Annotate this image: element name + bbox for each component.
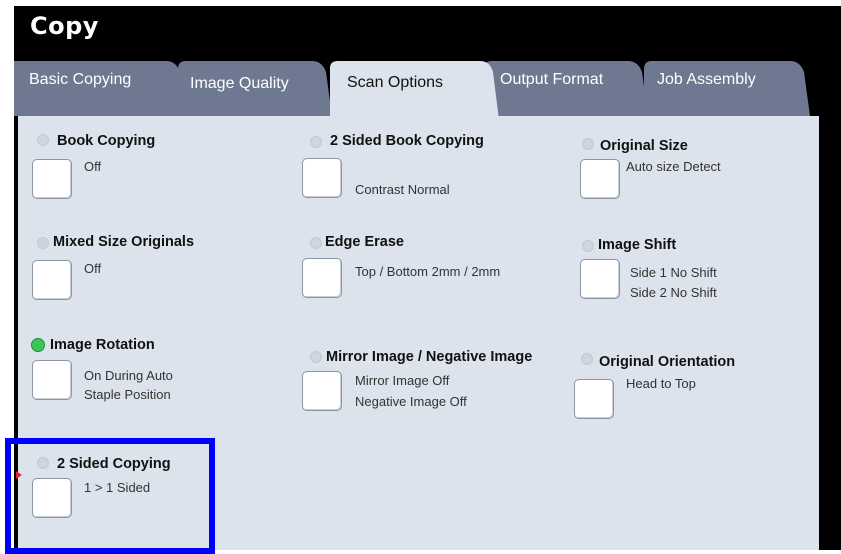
tab-basic-copying[interactable]: Basic Copying: [29, 71, 131, 89]
option-label: Mixed Size Originals: [53, 234, 195, 250]
option-value: Top / Bottom 2mm / 2mm: [355, 264, 501, 279]
option-value: Staple Position: [84, 387, 171, 402]
option-value: Head to Top: [626, 376, 696, 391]
option-value: On During Auto: [84, 368, 173, 383]
option-label: Edge Erase: [325, 234, 404, 250]
edge-erase-button[interactable]: [302, 258, 342, 298]
tab-bar: [14, 61, 810, 120]
option-value: Side 1 No Shift: [630, 265, 717, 280]
tab-output-format[interactable]: Output Format: [500, 71, 603, 89]
tab-image-quality[interactable]: Image Quality: [190, 75, 289, 93]
original-orientation-button[interactable]: [574, 379, 614, 419]
tab-job-assembly[interactable]: Job Assembly: [657, 71, 756, 89]
radio-indicator: [581, 353, 593, 365]
2-sided-book-copying-button[interactable]: [302, 158, 342, 198]
radio-indicator: [37, 237, 49, 249]
radio-indicator: [582, 138, 594, 150]
radio-indicator: [37, 134, 49, 146]
option-label: Image Shift: [598, 237, 677, 253]
option-label: Book Copying: [57, 133, 156, 149]
option-label: Original Size: [600, 138, 688, 154]
original-size-button[interactable]: [580, 159, 620, 199]
option-label: Original Orientation: [599, 354, 736, 370]
highlight-box: [5, 438, 215, 554]
radio-indicator: [310, 237, 322, 249]
image-rotation-button[interactable]: [32, 360, 72, 400]
book-copying-button[interactable]: [32, 159, 72, 199]
option-label: 2 Sided Book Copying: [330, 133, 484, 149]
radio-indicator: [310, 136, 322, 148]
option-value: Mirror Image Off: [355, 373, 450, 388]
tab-scan-options[interactable]: Scan Options: [347, 74, 443, 92]
option-value: Off: [84, 159, 102, 174]
option-label: Image Rotation: [50, 337, 155, 353]
option-value: Off: [84, 261, 102, 276]
option-value: Side 2 No Shift: [630, 285, 717, 300]
radio-indicator: [582, 240, 594, 252]
mixed-size-originals-button[interactable]: [32, 260, 72, 300]
radio-indicator-selected: [31, 338, 45, 352]
option-value: Auto size Detect: [626, 159, 721, 174]
option-value: Negative Image Off: [355, 394, 467, 409]
option-value: Contrast Normal: [355, 182, 450, 197]
radio-indicator: [310, 351, 322, 363]
option-label: Mirror Image / Negative Image: [326, 349, 533, 365]
mirror-negative-image-button[interactable]: [302, 371, 342, 411]
copy-screen: Copy Basic Copying Image Quality Scan Op…: [0, 0, 841, 554]
image-shift-button[interactable]: [580, 259, 620, 299]
